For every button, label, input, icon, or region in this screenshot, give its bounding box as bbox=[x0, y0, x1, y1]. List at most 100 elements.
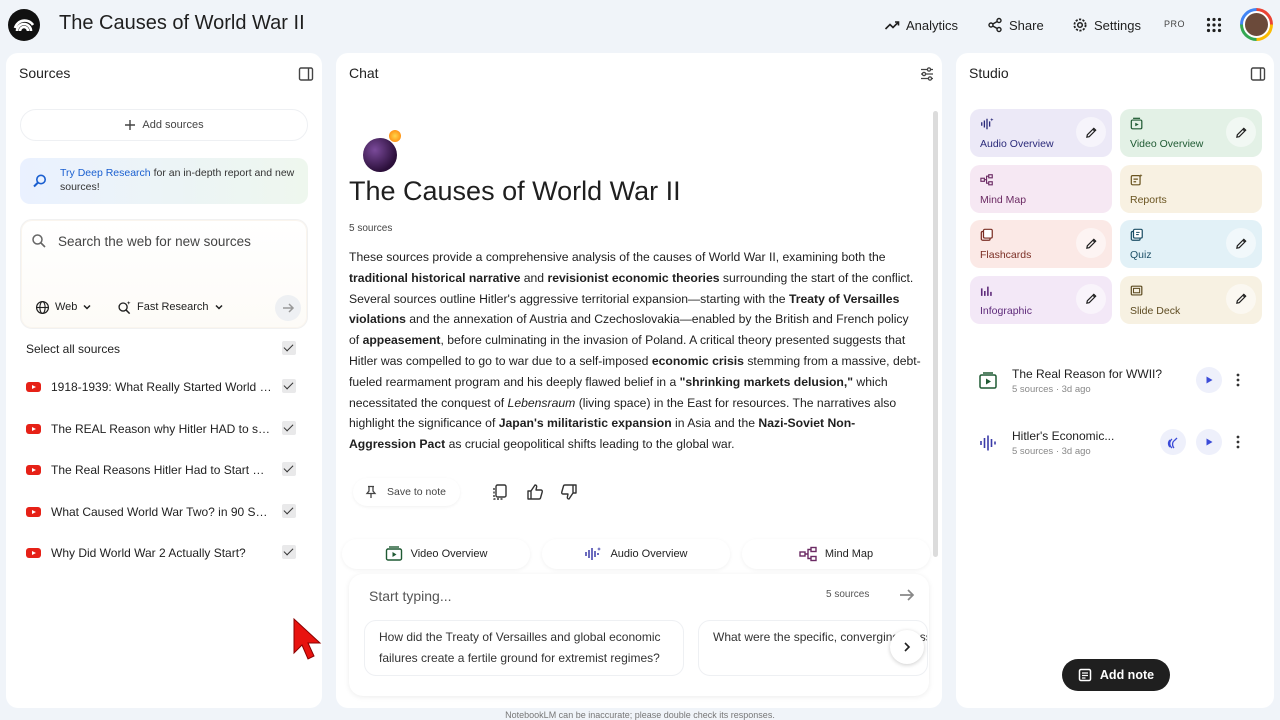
save-to-note-label: Save to note bbox=[387, 486, 446, 498]
studio-tile-video-overview[interactable]: Video Overview bbox=[1120, 109, 1262, 157]
globe-icon bbox=[35, 300, 50, 314]
studio-tile-reports[interactable]: Reports bbox=[1120, 164, 1262, 213]
studio-tile-flashcards[interactable]: Flashcards bbox=[970, 220, 1112, 268]
search-icon bbox=[32, 234, 46, 248]
play-button[interactable] bbox=[1196, 367, 1222, 393]
video-overview-chip[interactable]: Video Overview bbox=[342, 539, 530, 569]
sparkle-search-icon bbox=[118, 300, 131, 314]
note-add-icon bbox=[1078, 668, 1092, 682]
apps-grid-icon[interactable] bbox=[1206, 17, 1222, 33]
source-item[interactable]: 1918-1939: What Really Started World War… bbox=[26, 377, 308, 397]
sources-panel: Sources Add sources Try Deep Research fo… bbox=[6, 53, 322, 708]
chat-scrollbar[interactable] bbox=[933, 111, 938, 557]
bomb-emoji-icon bbox=[363, 138, 397, 172]
customize-button[interactable] bbox=[1226, 117, 1256, 147]
youtube-icon bbox=[26, 465, 41, 475]
analytics-label: Analytics bbox=[906, 17, 959, 33]
interactive-hand-icon bbox=[1167, 437, 1178, 449]
customize-button[interactable] bbox=[1226, 283, 1256, 314]
studio-tile-quiz[interactable]: Quiz bbox=[1120, 220, 1262, 268]
add-sources-button[interactable]: Add sources bbox=[20, 109, 308, 141]
chat-input[interactable]: Start typing... bbox=[369, 588, 451, 604]
select-all-checkbox[interactable] bbox=[282, 341, 296, 355]
audio-overview-icon bbox=[981, 117, 994, 130]
notebook-heading: The Causes of World War II bbox=[349, 176, 681, 206]
collapse-panel-icon[interactable] bbox=[1250, 66, 1266, 82]
thumbs-down-icon[interactable] bbox=[560, 483, 578, 501]
youtube-icon bbox=[26, 382, 41, 392]
copy-icon[interactable] bbox=[491, 483, 509, 501]
fuse-spark-icon bbox=[389, 130, 401, 142]
source-checkbox[interactable] bbox=[282, 504, 296, 518]
youtube-icon bbox=[26, 507, 41, 517]
more-vert-icon[interactable] bbox=[1236, 435, 1240, 449]
studio-note-item[interactable]: The Real Reason for WWII? 5 sources · 3d… bbox=[974, 363, 1258, 403]
quiz-icon bbox=[1130, 228, 1143, 241]
source-item-label: The REAL Reason why Hitler HAD to start … bbox=[51, 422, 273, 436]
submit-search-button[interactable] bbox=[275, 295, 301, 321]
deep-research-banner[interactable]: Try Deep Research for an in-depth report… bbox=[20, 158, 308, 204]
studio-tile-audio-overview[interactable]: Audio Overview bbox=[970, 109, 1112, 157]
studio-tile-label: Flashcards bbox=[980, 249, 1032, 261]
add-note-button[interactable]: Add note bbox=[1062, 659, 1170, 691]
customize-button[interactable] bbox=[1226, 228, 1256, 258]
studio-tile-infographic[interactable]: Infographic bbox=[970, 275, 1112, 324]
save-to-note-button[interactable]: Save to note bbox=[353, 478, 460, 506]
play-button[interactable] bbox=[1196, 429, 1222, 455]
summary-emphasis: economic crisis bbox=[651, 353, 744, 368]
settings-button[interactable]: Settings bbox=[1064, 10, 1149, 40]
more-vert-icon[interactable] bbox=[1236, 373, 1240, 387]
summary-text: and bbox=[520, 270, 548, 285]
customize-button[interactable] bbox=[1076, 117, 1106, 147]
note-title: Hitler's Economic... bbox=[1012, 429, 1115, 443]
web-chip-label: Web bbox=[55, 301, 78, 313]
mind-map-chip[interactable]: Mind Map bbox=[742, 539, 930, 569]
chat-panel-title: Chat bbox=[349, 65, 379, 81]
audio-waveform-icon bbox=[585, 547, 602, 560]
notebook-title[interactable]: The Causes of World War II bbox=[59, 12, 305, 35]
thumbs-up-icon[interactable] bbox=[526, 483, 544, 501]
interactive-mode-button[interactable] bbox=[1160, 429, 1186, 455]
share-icon bbox=[988, 17, 1002, 33]
source-item[interactable]: Why Did World War 2 Actually Start? bbox=[26, 543, 308, 563]
analytics-button[interactable]: Analytics bbox=[876, 10, 966, 40]
deep-research-link[interactable]: Try Deep Research bbox=[60, 167, 151, 179]
suggested-question[interactable]: How did the Treaty of Versailles and glo… bbox=[364, 620, 684, 676]
share-label: Share bbox=[1009, 17, 1044, 33]
studio-tile-mind-map[interactable]: Mind Map bbox=[970, 164, 1112, 213]
plus-icon bbox=[125, 120, 136, 130]
studio-tile-label: Slide Deck bbox=[1130, 304, 1181, 317]
studio-panel: Studio Audio Overview Video Overview Mind … bbox=[956, 53, 1274, 708]
customize-button[interactable] bbox=[1076, 228, 1106, 258]
source-checkbox[interactable] bbox=[282, 545, 296, 559]
source-item[interactable]: The Real Reasons Hitler Had to Start WWI… bbox=[26, 460, 308, 480]
tune-settings-icon[interactable] bbox=[919, 66, 935, 82]
audio-overview-chip[interactable]: Audio Overview bbox=[542, 539, 730, 569]
web-source-dropdown[interactable]: Web bbox=[35, 296, 92, 318]
source-checkbox[interactable] bbox=[282, 462, 296, 476]
select-all-sources-row[interactable]: Select all sources bbox=[26, 339, 308, 359]
account-avatar[interactable] bbox=[1240, 8, 1273, 41]
send-arrow-icon[interactable] bbox=[897, 585, 917, 605]
search-input[interactable]: Search the web for new sources bbox=[58, 234, 251, 249]
studio-tile-slide-deck[interactable]: Slide Deck bbox=[1120, 275, 1262, 324]
source-item[interactable]: The REAL Reason why Hitler HAD to start … bbox=[26, 419, 308, 439]
studio-note-item[interactable]: Hitler's Economic... 5 sources · 3d ago bbox=[974, 425, 1258, 465]
customize-button[interactable] bbox=[1076, 283, 1106, 314]
add-note-label: Add note bbox=[1099, 668, 1155, 682]
chevron-down-icon bbox=[83, 304, 91, 310]
deep-research-icon bbox=[33, 174, 46, 188]
source-item[interactable]: What Caused World War Two? in 90 Seconds bbox=[26, 502, 308, 522]
note-meta: 5 sources · 3d ago bbox=[1012, 446, 1091, 457]
video-overview-icon bbox=[1130, 117, 1143, 130]
next-suggestions-button[interactable] bbox=[890, 630, 924, 664]
share-button[interactable]: Share bbox=[979, 10, 1052, 40]
notebooklm-logo-icon[interactable] bbox=[8, 9, 40, 41]
fast-research-dropdown[interactable]: Fast Research bbox=[117, 296, 224, 318]
source-checkbox[interactable] bbox=[282, 379, 296, 393]
sources-panel-title: Sources bbox=[19, 65, 71, 81]
source-count: 5 sources bbox=[349, 223, 393, 234]
source-checkbox[interactable] bbox=[282, 421, 296, 435]
pencil-icon bbox=[1085, 237, 1097, 249]
collapse-panel-icon[interactable] bbox=[298, 66, 314, 82]
